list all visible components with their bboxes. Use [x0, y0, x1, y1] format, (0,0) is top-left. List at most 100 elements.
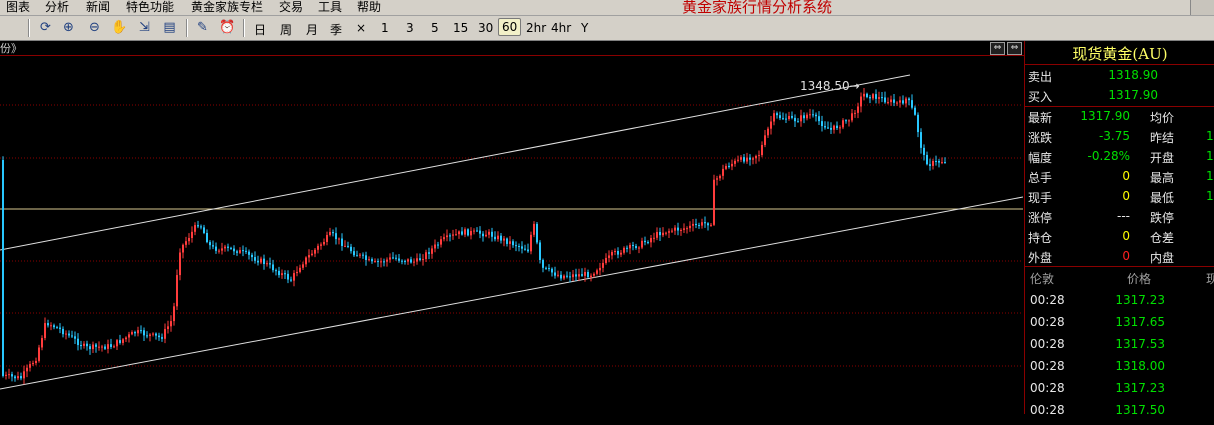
period-60[interactable]: 60	[498, 18, 522, 36]
candle-body	[113, 346, 115, 348]
alarm-icon[interactable]: ⏰	[219, 19, 236, 36]
stat-value: 1317.90	[1080, 109, 1130, 123]
candle-body	[152, 333, 154, 335]
zoom-in-icon[interactable]: ⊕	[60, 19, 77, 36]
candle-body	[419, 258, 421, 260]
candle-body	[23, 371, 25, 379]
candle-body	[227, 246, 229, 248]
candle-body	[38, 347, 40, 361]
candle-body	[578, 274, 580, 277]
candle-body	[683, 228, 685, 230]
candle-body	[530, 234, 532, 252]
candle-body	[116, 340, 118, 347]
shrink-icon[interactable]: ⇔	[990, 42, 1005, 55]
split-icon[interactable]: ▤	[161, 19, 178, 36]
candle-body	[863, 93, 865, 97]
menu-news[interactable]: 新闻	[86, 0, 110, 15]
candle-body	[650, 238, 652, 243]
candle-body	[674, 227, 676, 231]
candle-body	[689, 225, 691, 229]
period-2hr[interactable]: 2hr	[526, 21, 546, 35]
menu-analysis[interactable]: 分析	[45, 0, 69, 15]
candle-body	[782, 118, 784, 120]
stat-row: 幅度 -0.28% 开盘 1	[1025, 148, 1214, 167]
candle-body	[80, 345, 82, 347]
trades-header-time: 伦敦	[1030, 272, 1055, 286]
period-5[interactable]: 5	[431, 21, 439, 35]
stat-label: 幅度	[1028, 151, 1053, 165]
candle-body	[944, 162, 946, 164]
expand-icon[interactable]: ⇔	[1007, 42, 1022, 55]
candle-body	[251, 254, 253, 258]
candle-body	[941, 162, 943, 164]
candle-body	[203, 227, 205, 233]
candle-body	[257, 260, 259, 263]
candle-body	[926, 154, 928, 165]
toolbar-separator	[243, 19, 245, 37]
refresh-icon[interactable]: ⟳	[37, 19, 54, 36]
candle-body	[647, 242, 649, 244]
candle-body	[287, 273, 289, 280]
period-y[interactable]: Y	[581, 21, 588, 35]
candle-body	[338, 238, 340, 240]
candle-body	[806, 114, 808, 119]
candle-body	[425, 252, 427, 260]
period-quarter[interactable]: 季	[330, 21, 342, 38]
stat-row: 外盘 0 内盘	[1025, 248, 1214, 267]
menu-chart[interactable]: 图表	[6, 0, 30, 15]
menu-special-features[interactable]: 特色功能	[126, 0, 174, 15]
hand-icon[interactable]: ✋	[111, 19, 128, 36]
period-week[interactable]: 周	[280, 21, 292, 38]
zoom-out-icon[interactable]: ⊖	[86, 19, 103, 36]
candle-body	[359, 254, 361, 256]
candlestick-chart[interactable]: 1348.50→	[0, 56, 1023, 414]
period-1[interactable]: 1	[381, 21, 389, 35]
candle-body	[293, 273, 295, 281]
candle-body	[917, 114, 919, 133]
menu-tools[interactable]: 工具	[318, 0, 342, 15]
candle-body	[779, 115, 781, 119]
candle-body	[881, 97, 883, 99]
menu-help[interactable]: 帮助	[357, 0, 381, 15]
candle-body	[236, 251, 238, 253]
draw-icon[interactable]: ✎	[194, 19, 211, 36]
candle-body	[629, 244, 631, 249]
app-title: 黄金家族行情分析系统	[682, 0, 833, 16]
quote-row-bid: 买入 1317.90	[1025, 87, 1214, 106]
period-close[interactable]: ×	[356, 21, 366, 35]
export-icon[interactable]: ⇲	[136, 19, 153, 36]
window-control-button[interactable]	[1190, 0, 1214, 15]
period-30[interactable]: 30	[478, 21, 493, 35]
menu-trade[interactable]: 交易	[279, 0, 303, 15]
candle-body	[752, 158, 754, 160]
candle-body	[341, 238, 343, 246]
trades-header-price: 价格	[1127, 272, 1152, 286]
candle-body	[776, 113, 778, 116]
quote-panel: 现货黄金(AU) 卖出 1318.90 买入 1317.90 最新 1317.90…	[1024, 41, 1214, 417]
period-4hr[interactable]: 4hr	[551, 21, 571, 35]
candle-body	[380, 261, 382, 263]
candle-body	[299, 267, 301, 272]
period-day[interactable]: 日	[254, 21, 266, 38]
period-15[interactable]: 15	[453, 21, 468, 35]
menu-gold-family-column[interactable]: 黄金家族专栏	[191, 0, 263, 15]
candle-body	[155, 333, 157, 336]
candle-body	[29, 364, 31, 368]
candle-body	[482, 233, 484, 237]
candle-body	[26, 367, 28, 372]
quote-row-ask: 卖出 1318.90	[1025, 67, 1214, 86]
trade-row: 00:28 1317.53	[1025, 337, 1214, 359]
candle-body	[509, 241, 511, 244]
candle-body	[536, 223, 538, 243]
candle-body	[731, 163, 733, 167]
candle-body	[626, 247, 628, 249]
stat-value-secondary: 1	[1206, 149, 1214, 163]
candle-body	[722, 168, 724, 176]
candle-body	[668, 231, 670, 233]
candle-body	[734, 160, 736, 164]
period-3[interactable]: 3	[406, 21, 414, 35]
candle-body	[935, 160, 937, 162]
period-month[interactable]: 月	[306, 21, 318, 38]
candle-body	[617, 251, 619, 255]
candle-body	[413, 261, 415, 263]
